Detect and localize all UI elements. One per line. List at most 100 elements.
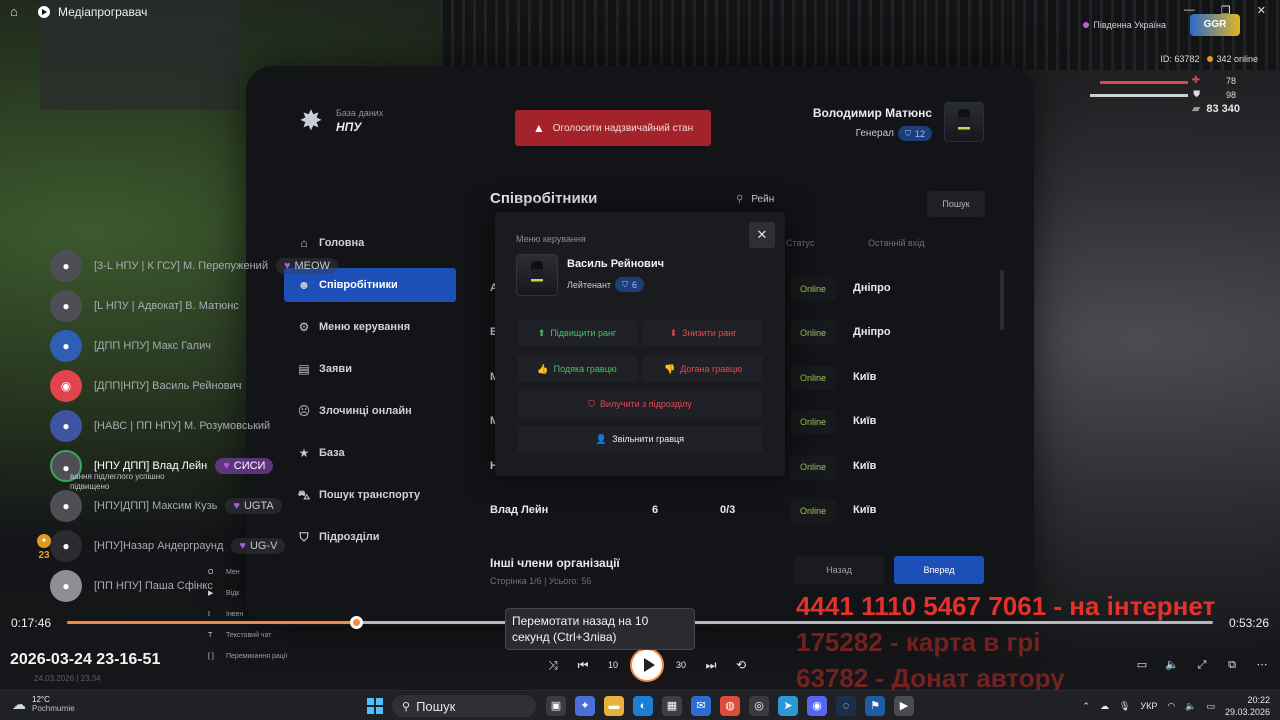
wifi-icon[interactable]: ◠ [1167,701,1175,712]
demote-label: Знизити ранг [682,328,737,338]
column-last-login: Останній вхід [868,238,925,248]
clock[interactable]: 20:22 29.03.2026 [1225,694,1270,718]
play-button[interactable] [630,648,664,682]
fullscreen-icon[interactable]: ⤢ [1194,652,1210,678]
mail-icon[interactable]: ✉ [691,696,711,716]
forward-30-icon[interactable]: 30 [666,652,696,678]
arrow-down-icon: ⬇ [669,327,678,338]
repeat-off-icon[interactable]: ⟲ [726,652,756,678]
profile-name: Володимир Матюнс [812,106,932,120]
microphone-icon[interactable]: 🎙 [1119,701,1130,712]
member-name: [ДПП|НПУ] Василь Рейнович [94,380,242,392]
search-button[interactable]: Пошук [927,191,985,217]
promote-button[interactable]: ⬆ Підвищити ранг [517,320,637,346]
game-launcher-icon[interactable]: ⚑ [865,696,885,716]
member-name: [3-L НПУ | К ГСУ] М. Перепужений [94,260,268,272]
list-item: ● [ДПП НПУ] Макс Галич [46,328,336,364]
emergency-button[interactable]: ▲ Оголосити надзвичайний стан [515,110,711,146]
health-icon: ✚ [1191,75,1200,86]
window-controls: — ❐ ✕ [1184,4,1266,17]
employee-city: Київ [853,504,877,516]
brand: ✸ База даних НПУ [296,106,383,136]
edge-icon[interactable]: ◐ [633,696,653,716]
rewind-10-icon[interactable]: 10 [598,652,628,678]
windows-start-icon[interactable] [367,698,383,714]
shield-icon: ⛉ [622,279,629,289]
member-tag: СИСИ [215,458,274,474]
volume-icon[interactable]: 🔈 [1164,652,1180,678]
subtitles-icon[interactable]: ▭ [1134,652,1150,678]
file-explorer-icon[interactable]: ▬ [604,696,624,716]
list-item: ● [НПУ|ДПП] Максим Кузь UGTA [46,488,336,524]
next-button[interactable]: Вперед [894,556,984,584]
avatar: ● [50,290,82,322]
profile-rank-line: Генерал ⛉ 12 [856,126,932,141]
avatar [516,254,558,296]
xbox-icon[interactable]: ◎ [749,696,769,716]
clock-time: 20:22 [1247,695,1270,705]
money-value: 83 340 [1192,102,1240,115]
chrome-icon[interactable]: ◍ [720,696,740,716]
status-badge: Online [790,455,836,479]
member-tag: UGTA [225,498,282,514]
close-icon[interactable]: ✕ [749,222,775,248]
seek-handle[interactable] [349,616,363,629]
weather-text: 12°C Pochmurnie [32,695,75,713]
telegram-icon[interactable]: ➤ [778,696,798,716]
list-item: ● [НПУ]Назар Андерграунд UG-V [46,528,336,564]
back-button[interactable]: Назад [794,556,884,584]
shuffle-icon[interactable]: ⤨ [538,652,568,678]
discord-icon[interactable]: ◉ [807,696,827,716]
steam-icon[interactable]: ◌ [836,696,856,716]
remove-unit-label: Вилучити з підрозділу [600,399,692,409]
video-filename: 2026-03-24 23-16-51 [10,651,161,668]
onedrive-icon[interactable]: ☁ [1100,701,1109,712]
hud-player-id: ID: 63782 [1160,54,1200,64]
weather-widget[interactable]: ☁ 12°C Pochmurnie [12,695,75,713]
home-icon[interactable]: ⌂ [10,5,24,19]
avatar: ● [50,570,82,602]
task-view-icon[interactable]: ▣ [546,696,566,716]
search-input[interactable]: ⚲ Рейн [736,194,774,205]
scrollbar[interactable] [1000,270,1004,330]
previous-icon[interactable]: ⏮ [568,652,598,678]
minimize-icon[interactable]: — [1184,4,1195,17]
fire-player-button[interactable]: 👤 Звільнити гравця [517,426,763,452]
taskbar-search-label: Пошук [416,698,456,714]
remove-from-unit-button[interactable]: ⛉ Вилучити з підрозділу [517,391,763,417]
list-item: ● [L НПУ | Адвокат] В. Матюнс [46,288,336,324]
maximize-icon[interactable]: ❐ [1221,4,1231,17]
employee-name: Влад Лейн [490,504,549,516]
close-window-icon[interactable]: ✕ [1257,4,1266,17]
demote-button[interactable]: ⬇ Знизити ранг [643,320,763,346]
modal-rank-line: Лейтенант ⛉ 6 [567,277,645,292]
promote-label: Підвищити ранг [550,328,617,338]
game-hud: Південна Україна GGR ID: 63782 342 online… [1050,14,1280,124]
language-indicator[interactable]: УКР [1140,701,1157,711]
reprimand-button[interactable]: 👎 Догана гравцю [643,356,763,382]
chevron-up-icon[interactable]: ⌃ [1082,701,1090,712]
avatar-figure [958,109,970,135]
weather-temp: 12°C [32,695,50,704]
employee-city: Київ [853,415,877,427]
taskbar-search[interactable]: ⚲ Пошук [392,695,536,717]
speaker-icon[interactable]: 🔈 [1185,701,1196,712]
employee-city: Київ [853,460,877,472]
modal-player-name: Василь Рейнович [567,258,664,270]
key-hint: O Мен [208,562,287,583]
table-row[interactable]: Влад Лейн 6 0/3 Online Київ [490,491,990,531]
next-icon[interactable]: ⏭ [696,652,726,678]
more-options-icon[interactable]: ⋯ [1254,652,1270,678]
modal-rank: Лейтенант [567,279,612,290]
shield-icon: ⛉ [904,128,911,138]
list-item: ● [ПП НПУ] Паша Сфінкс [46,568,336,604]
media-player-icon[interactable]: ▶ [894,696,914,716]
profile-level: 12 [914,128,925,139]
miniplayer-icon[interactable]: ⧉ [1224,652,1240,678]
copilot-icon[interactable]: ✦ [575,696,595,716]
battery-icon[interactable]: ▭ [1206,701,1215,712]
user-remove-icon: 👤 [595,433,608,444]
thank-button[interactable]: 👍 Подяка гравцю [517,356,637,382]
seek-fill [67,621,356,624]
store-icon[interactable]: ▦ [662,696,682,716]
